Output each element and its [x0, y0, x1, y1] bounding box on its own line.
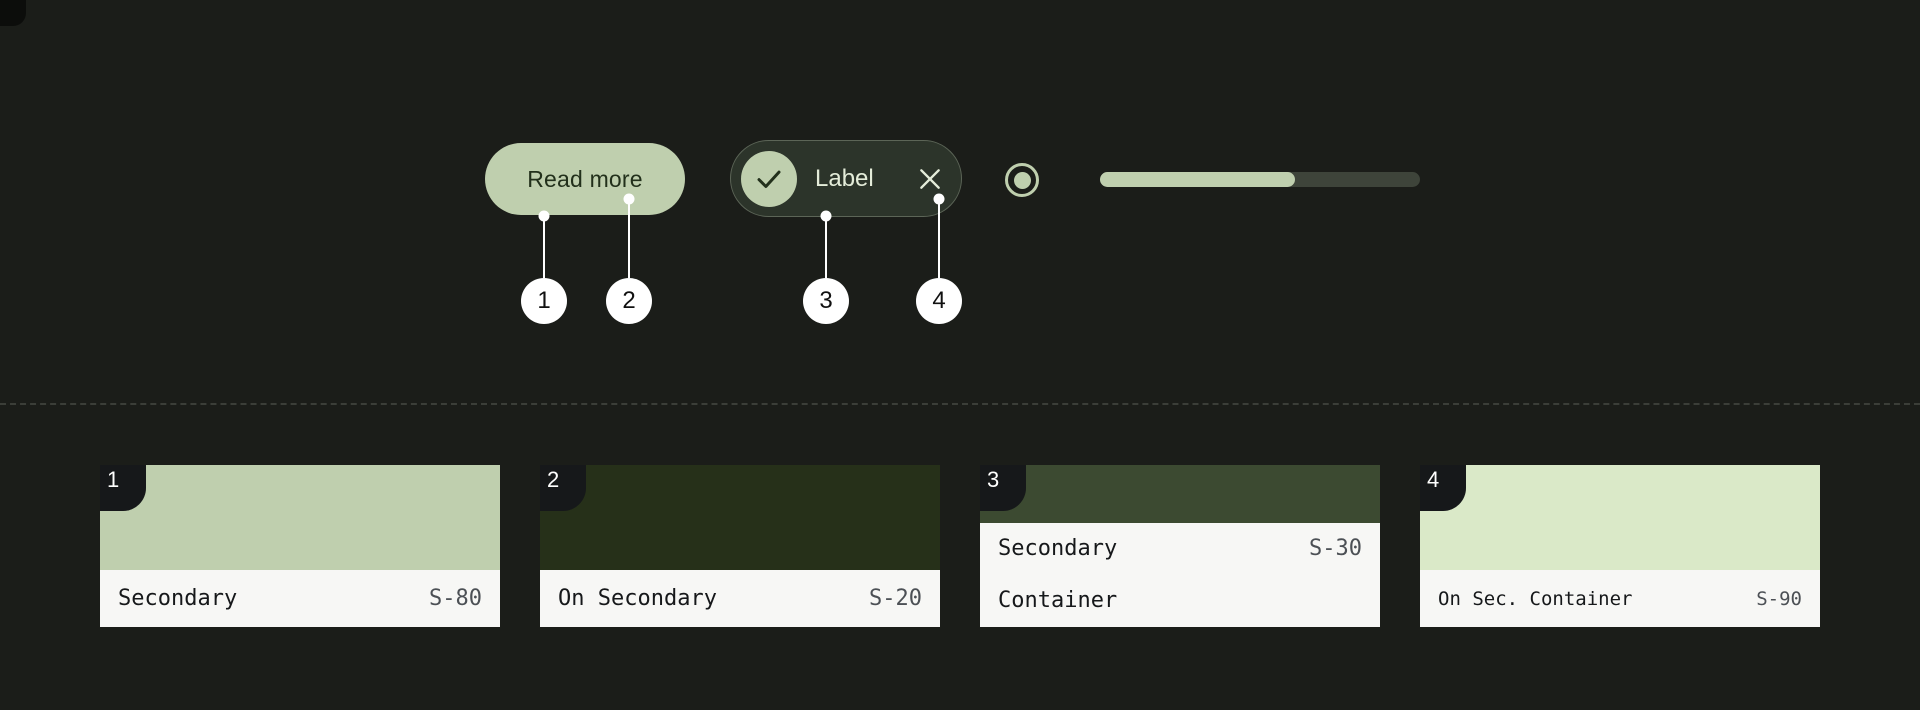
callout-3-leader-line [825, 216, 827, 278]
swatch-color-block [100, 465, 500, 570]
swatch-badge: 4 [1420, 465, 1466, 511]
close-icon[interactable] [915, 164, 945, 194]
slider-active-track [1100, 172, 1296, 187]
swatch-label-bar: On Secondary S-20 [540, 570, 940, 627]
swatch-badge: 2 [540, 465, 586, 511]
swatch-label-bar: Secondary S-30 Container [980, 523, 1380, 627]
callout-2-number: 2 [606, 278, 652, 324]
filter-chip[interactable]: Label [730, 140, 962, 217]
swatch-name: On Sec. Container [1438, 587, 1633, 610]
specimen-canvas: Read more Label 1 2 3 4 1 Secondary S-80… [0, 0, 1920, 710]
swatch-card[interactable]: 4 On Sec. Container S-90 [1420, 465, 1820, 627]
swatch-badge: 1 [100, 465, 146, 511]
radio-selected-icon[interactable] [1005, 163, 1039, 197]
swatch-name: Secondary [118, 586, 238, 611]
swatch-token: S-90 [1756, 587, 1802, 610]
callout-2-leader-line [628, 199, 630, 278]
swatch-name-line-2: Container [998, 588, 1118, 613]
swatch-card[interactable]: 2 On Secondary S-20 [540, 465, 940, 627]
read-more-button[interactable]: Read more [485, 143, 685, 215]
callout-4-number: 4 [916, 278, 962, 324]
check-icon [741, 150, 797, 207]
swatch-color-block [980, 465, 1380, 523]
swatch-card[interactable]: 1 Secondary S-80 [100, 465, 500, 627]
component-showcase: Read more Label 1 2 3 4 [0, 0, 1920, 404]
swatch-label-bar: Secondary S-80 [100, 570, 500, 627]
swatch-color-block [1420, 465, 1820, 570]
swatch-card[interactable]: 3 Secondary S-30 Container [980, 465, 1380, 627]
swatch-card-row: 1 Secondary S-80 2 On Secondary S-20 3 S… [0, 404, 1920, 710]
callout-1-number: 1 [521, 278, 567, 324]
callout-1-leader-line [543, 216, 545, 278]
callout-3-number: 3 [803, 278, 849, 324]
swatch-name: Secondary [998, 536, 1118, 561]
callout-4-leader-line [938, 199, 940, 278]
radio-inner-dot [1013, 171, 1031, 189]
swatch-name: On Secondary [558, 586, 717, 611]
slider-track[interactable] [1100, 172, 1420, 187]
swatch-label-bar: On Sec. Container S-90 [1420, 570, 1820, 627]
swatch-color-block [540, 465, 940, 570]
swatch-token: S-20 [869, 586, 922, 611]
swatch-token: S-80 [429, 586, 482, 611]
chip-label: Label [815, 164, 874, 192]
swatch-token: S-30 [1309, 536, 1362, 561]
swatch-badge: 3 [980, 465, 1026, 511]
